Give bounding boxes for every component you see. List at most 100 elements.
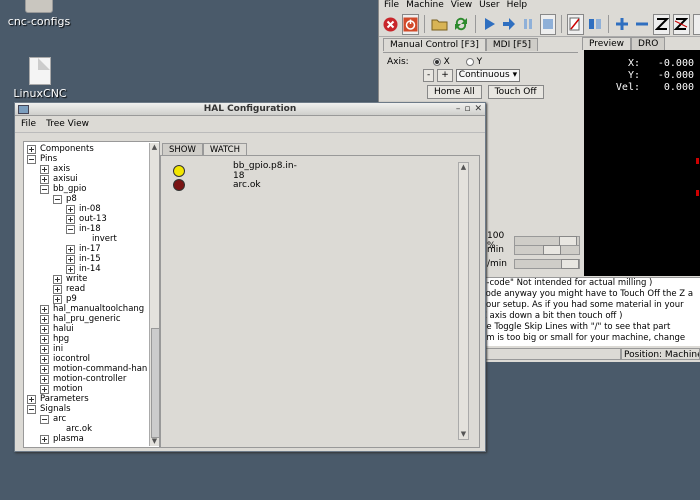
expand-icon[interactable] bbox=[66, 204, 75, 214]
view-extra-icon[interactable] bbox=[692, 13, 700, 35]
expand-icon[interactable] bbox=[27, 144, 36, 154]
expand-icon[interactable] bbox=[66, 264, 75, 274]
collapse-icon[interactable] bbox=[27, 404, 36, 414]
scroll-up-icon[interactable]: ▲ bbox=[459, 163, 468, 172]
menu-file[interactable]: File bbox=[384, 0, 399, 11]
tree-item[interactable]: p8 bbox=[53, 194, 77, 204]
axis-y-radio[interactable]: Y bbox=[465, 57, 482, 67]
expand-icon[interactable] bbox=[40, 434, 49, 444]
tree-item[interactable]: in-17 bbox=[66, 244, 101, 254]
expand-icon[interactable] bbox=[40, 324, 49, 334]
tree-item[interactable]: axisui bbox=[40, 174, 78, 184]
expand-icon[interactable] bbox=[40, 384, 49, 394]
hal-titlebar[interactable]: HAL Configuration – ▫ ✕ bbox=[15, 103, 485, 116]
expand-icon[interactable] bbox=[40, 314, 49, 324]
tree-item[interactable]: in-18 bbox=[66, 224, 101, 234]
expand-icon[interactable] bbox=[40, 354, 49, 364]
collapse-icon[interactable] bbox=[40, 414, 49, 424]
tree-item[interactable]: Components bbox=[27, 144, 94, 154]
scroll-down-icon[interactable]: ▼ bbox=[459, 430, 468, 439]
hal-menu-file[interactable]: File bbox=[21, 119, 36, 129]
tree-scrollbar[interactable]: ▲ ▼ bbox=[149, 143, 160, 446]
scroll-up-icon[interactable]: ▲ bbox=[150, 143, 159, 152]
expand-icon[interactable] bbox=[53, 294, 62, 304]
tab-manual-control[interactable]: Manual Control [F3] bbox=[383, 38, 486, 51]
tree-item[interactable]: hpg bbox=[40, 334, 69, 344]
reload-icon[interactable] bbox=[452, 14, 470, 35]
tree-item[interactable]: p9 bbox=[53, 294, 77, 304]
minimize-icon[interactable]: – bbox=[456, 103, 461, 115]
expand-icon[interactable] bbox=[40, 364, 49, 374]
tree-item[interactable]: Pins bbox=[27, 154, 57, 164]
tree-item[interactable]: motion bbox=[40, 384, 83, 394]
menu-help[interactable]: Help bbox=[507, 0, 528, 11]
tree-item[interactable]: motion-controller bbox=[40, 374, 126, 384]
expand-icon[interactable] bbox=[40, 374, 49, 384]
menu-view[interactable]: View bbox=[451, 0, 472, 11]
tab-mdi[interactable]: MDI [F5] bbox=[485, 38, 539, 51]
block-delete-icon[interactable] bbox=[566, 13, 584, 35]
tree-item[interactable]: in-08 bbox=[66, 204, 101, 214]
touch-off-button[interactable]: Touch Off bbox=[487, 85, 544, 99]
tree-item[interactable]: axis bbox=[40, 164, 70, 174]
menu-machine[interactable]: Machine bbox=[406, 0, 444, 11]
tree-item[interactable]: Parameters bbox=[27, 394, 89, 404]
expand-icon[interactable] bbox=[40, 164, 49, 174]
open-icon[interactable] bbox=[430, 14, 449, 35]
tree-item[interactable]: in-15 bbox=[66, 254, 101, 264]
power-icon[interactable] bbox=[402, 13, 419, 35]
tree-item[interactable]: bb_gpio bbox=[40, 184, 86, 194]
slider-knob[interactable] bbox=[561, 259, 579, 269]
pause-icon[interactable] bbox=[520, 14, 537, 35]
expand-icon[interactable] bbox=[40, 344, 49, 354]
tree-item[interactable]: in-14 bbox=[66, 264, 101, 274]
maximize-icon[interactable]: ▫ bbox=[464, 103, 470, 115]
scroll-down-icon[interactable]: ▼ bbox=[150, 437, 159, 446]
tree-item[interactable]: invert bbox=[79, 234, 117, 244]
jog-plus-button[interactable]: + bbox=[437, 69, 453, 82]
collapse-icon[interactable] bbox=[40, 184, 49, 194]
run-icon[interactable] bbox=[481, 14, 498, 35]
view-z-icon[interactable] bbox=[653, 13, 671, 35]
expand-icon[interactable] bbox=[53, 274, 62, 284]
tree-item[interactable]: hal_manualtoolchang bbox=[40, 304, 144, 314]
hal-tree[interactable]: Components Pins axis axisui bb_gpio p8 in-08 ou… bbox=[23, 141, 160, 448]
zoom-out-icon[interactable] bbox=[634, 14, 651, 35]
tree-item[interactable]: iocontrol bbox=[40, 354, 90, 364]
hal-menu-tree-view[interactable]: Tree View bbox=[46, 119, 89, 129]
tree-item[interactable]: ini bbox=[40, 344, 63, 354]
view-z2-icon[interactable] bbox=[673, 13, 690, 35]
spindle-override-slider[interactable] bbox=[514, 245, 580, 255]
watch-scrollbar[interactable]: ▲ ▼ bbox=[458, 162, 469, 440]
stop-icon[interactable] bbox=[539, 13, 557, 35]
tree-item[interactable]: write bbox=[53, 274, 87, 284]
expand-icon[interactable] bbox=[40, 174, 49, 184]
scroll-thumb[interactable] bbox=[151, 328, 160, 438]
expand-icon[interactable] bbox=[66, 214, 75, 224]
gcode-text-area[interactable]: g-code" Not intended for actual milling … bbox=[481, 277, 700, 346]
estop-icon[interactable] bbox=[382, 14, 399, 35]
close-icon[interactable]: ✕ bbox=[474, 103, 482, 115]
jog-speed-slider[interactable] bbox=[514, 259, 580, 269]
expand-icon[interactable] bbox=[53, 284, 62, 294]
tree-item[interactable]: plasma bbox=[40, 434, 84, 444]
expand-icon[interactable] bbox=[40, 334, 49, 344]
tree-item[interactable]: read bbox=[53, 284, 85, 294]
menu-user[interactable]: User bbox=[479, 0, 500, 11]
jog-minus-button[interactable]: - bbox=[423, 69, 435, 82]
slider-knob[interactable] bbox=[543, 245, 561, 255]
tree-item[interactable]: out-13 bbox=[66, 214, 107, 224]
home-all-button[interactable]: Home All bbox=[427, 85, 482, 99]
step-icon[interactable] bbox=[500, 14, 517, 35]
axis-x-radio[interactable]: X bbox=[432, 57, 450, 67]
tree-item[interactable]: arc.ok bbox=[53, 424, 92, 434]
preview-canvas[interactable]: X: -0.000 Y: -0.000 Vel: 0.000 bbox=[584, 50, 700, 276]
tree-item[interactable]: halui bbox=[40, 324, 74, 334]
optional-stop-icon[interactable] bbox=[587, 14, 604, 35]
desktop-icon-cnc-configs[interactable]: cnc-configs bbox=[0, 0, 84, 28]
expand-icon[interactable] bbox=[27, 394, 36, 404]
expand-icon[interactable] bbox=[66, 244, 75, 254]
expand-icon[interactable] bbox=[66, 254, 75, 264]
tab-dro[interactable]: DRO bbox=[631, 37, 666, 50]
desktop-icon-linuxcnc[interactable]: LinuxCNC bbox=[0, 57, 85, 100]
